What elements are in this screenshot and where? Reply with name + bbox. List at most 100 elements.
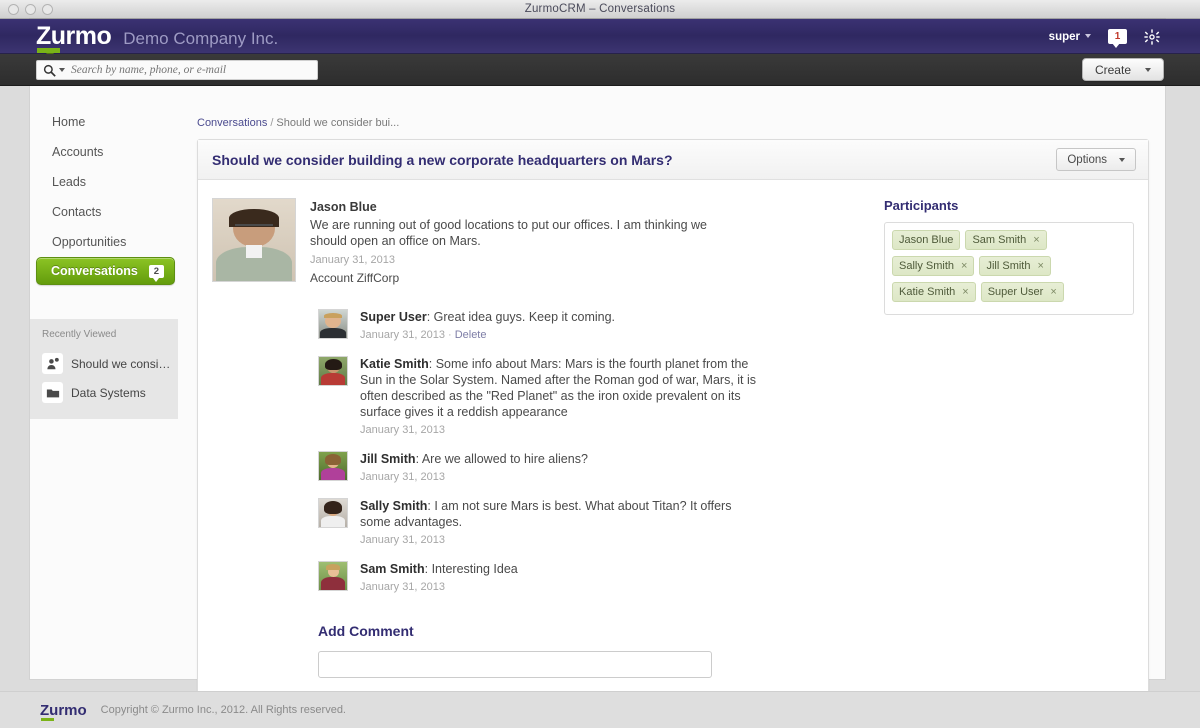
- sidebar-item-home[interactable]: Home: [30, 107, 178, 136]
- maximize-window-button[interactable]: [42, 4, 53, 15]
- avatar: [318, 498, 348, 528]
- brand-logo[interactable]: Zurmo Demo Company Inc.: [36, 23, 278, 49]
- avatar: [318, 451, 348, 481]
- breadcrumb-separator: /: [270, 117, 273, 129]
- conversation-panel: Should we consider building a new corpor…: [197, 139, 1149, 728]
- comment-meta: January 31, 2013: [360, 581, 518, 593]
- browser-viewport: Zurmo Demo Company Inc. super 1: [0, 19, 1200, 728]
- participants-chip-list: Jason Blue Sam Smith× Sally Smith× Jill …: [884, 222, 1134, 315]
- comment-colon: :: [427, 310, 434, 324]
- footer-logo-underline-icon: [41, 718, 54, 721]
- sidebar-item-opportunities[interactable]: Opportunities: [30, 227, 178, 256]
- recently-viewed-panel: Recently Viewed Should we consider...: [30, 319, 178, 419]
- company-name: Demo Company Inc.: [123, 29, 278, 49]
- comment-message: Great idea guys. Keep it coming.: [434, 310, 615, 324]
- sidebar-item-accounts[interactable]: Accounts: [30, 137, 178, 166]
- avatar: [318, 309, 348, 339]
- comment-author: Jill Smith: [360, 452, 416, 466]
- remove-participant-icon[interactable]: ×: [1033, 234, 1039, 246]
- search-field-wrapper[interactable]: [36, 60, 318, 80]
- search-scope-chevron-icon[interactable]: [59, 68, 65, 72]
- comment-text: Super User: Great idea guys. Keep it com…: [360, 309, 615, 325]
- sidebar-item-label: Contacts: [52, 205, 101, 219]
- post-author: Jason Blue: [310, 200, 710, 214]
- comment-body: Sally Smith: I am not sure Mars is best.…: [360, 498, 760, 546]
- participant-name: Katie Smith: [899, 286, 955, 298]
- sidebar-item-label: Home: [52, 115, 85, 129]
- window-traffic-lights[interactable]: [8, 4, 53, 15]
- account-folder-icon: [42, 382, 63, 403]
- participants-panel: Participants Jason Blue Sam Smith× Sally…: [884, 198, 1134, 315]
- search-input[interactable]: [71, 64, 311, 76]
- avatar: [318, 356, 348, 386]
- comment-colon: :: [425, 562, 432, 576]
- comment-date: January 31, 2013: [360, 534, 445, 546]
- comment-body: Jill Smith: Are we allowed to hire alien…: [360, 451, 588, 483]
- notification-badge-button[interactable]: 1: [1108, 29, 1127, 44]
- conversation-icon: [42, 353, 63, 374]
- avatar: [212, 198, 296, 282]
- recent-item-label: Data Systems: [71, 386, 146, 400]
- page-footer: Zurmo Copyright © Zurmo Inc., 2012. All …: [0, 691, 1200, 728]
- close-window-button[interactable]: [8, 4, 19, 15]
- logo-underline-icon: [37, 48, 60, 53]
- comment-colon: :: [429, 357, 436, 371]
- create-button[interactable]: Create: [1082, 58, 1164, 81]
- avatar-image: [213, 199, 295, 281]
- comment-meta: January 31, 2013·Delete: [360, 329, 615, 341]
- participants-title: Participants: [884, 198, 1134, 213]
- remove-participant-icon[interactable]: ×: [1050, 286, 1056, 298]
- comment-author: Super User: [360, 310, 427, 324]
- chevron-down-icon: [1119, 158, 1125, 162]
- header-right-controls: super 1: [1049, 19, 1160, 54]
- comment-text: Jill Smith: Are we allowed to hire alien…: [360, 451, 588, 467]
- sidebar-item-label: Leads: [52, 175, 86, 189]
- delete-comment-link[interactable]: Delete: [455, 329, 487, 341]
- gear-icon[interactable]: [1144, 29, 1160, 45]
- logo-text: Zurmo: [36, 23, 111, 49]
- sidebar-item-conversations[interactable]: Conversations 2: [36, 257, 175, 285]
- comment-meta: January 31, 2013: [360, 424, 760, 436]
- remove-participant-icon[interactable]: ×: [1037, 260, 1043, 272]
- recent-item-account[interactable]: Data Systems: [30, 378, 178, 407]
- recent-item-label: Should we consider...: [71, 357, 172, 371]
- sidebar-item-label: Accounts: [52, 145, 103, 159]
- sidebar-item-contacts[interactable]: Contacts: [30, 197, 178, 226]
- comment-item: Katie Smith: Some info about Mars: Mars …: [318, 356, 1134, 436]
- participant-chip: Super User×: [981, 282, 1064, 302]
- participant-chip: Sally Smith×: [892, 256, 974, 276]
- comment-item: Jill Smith: Are we allowed to hire alien…: [318, 451, 1134, 483]
- participant-chip: Sam Smith×: [965, 230, 1046, 250]
- comment-message: Are we allowed to hire aliens?: [422, 452, 588, 466]
- comment-meta: January 31, 2013: [360, 534, 760, 546]
- breadcrumb-current: Should we consider bui...: [276, 117, 399, 129]
- user-menu-button[interactable]: super: [1049, 31, 1091, 43]
- comment-message: Interesting Idea: [432, 562, 518, 576]
- os-window: ZurmoCRM – Conversations Zurmo Demo Comp…: [0, 0, 1200, 728]
- conversation-panel-header: Should we consider building a new corpor…: [198, 140, 1148, 180]
- breadcrumb-root-link[interactable]: Conversations: [197, 117, 267, 129]
- sidebar-item-label: Conversations: [51, 264, 138, 278]
- sidebar-item-label: Opportunities: [52, 235, 126, 249]
- search-icon-group[interactable]: [43, 64, 65, 77]
- footer-logo: Zurmo: [40, 702, 87, 719]
- participant-chip: Jill Smith×: [979, 256, 1050, 276]
- sidebar-item-leads[interactable]: Leads: [30, 167, 178, 196]
- remove-participant-icon[interactable]: ×: [961, 260, 967, 272]
- window-titlebar: ZurmoCRM – Conversations: [0, 0, 1200, 19]
- options-button[interactable]: Options: [1056, 148, 1136, 171]
- comment-meta: January 31, 2013: [360, 471, 588, 483]
- footer-copyright: Copyright © Zurmo Inc., 2012. All Rights…: [101, 704, 346, 716]
- notification-count: 1: [1115, 31, 1121, 42]
- recent-item-conversation[interactable]: Should we consider...: [30, 349, 178, 378]
- chevron-down-icon: [1085, 34, 1091, 38]
- comment-date: January 31, 2013: [360, 329, 445, 341]
- post-text: We are running out of good locations to …: [310, 217, 710, 249]
- remove-participant-icon[interactable]: ×: [962, 286, 968, 298]
- chevron-down-icon: [1145, 68, 1151, 72]
- primary-navigation: Home Accounts Leads Contacts Opportuniti…: [30, 107, 178, 286]
- comment-textarea[interactable]: [318, 651, 712, 678]
- comment-item: Sally Smith: I am not sure Mars is best.…: [318, 498, 1134, 546]
- comment-date: January 31, 2013: [360, 471, 445, 483]
- minimize-window-button[interactable]: [25, 4, 36, 15]
